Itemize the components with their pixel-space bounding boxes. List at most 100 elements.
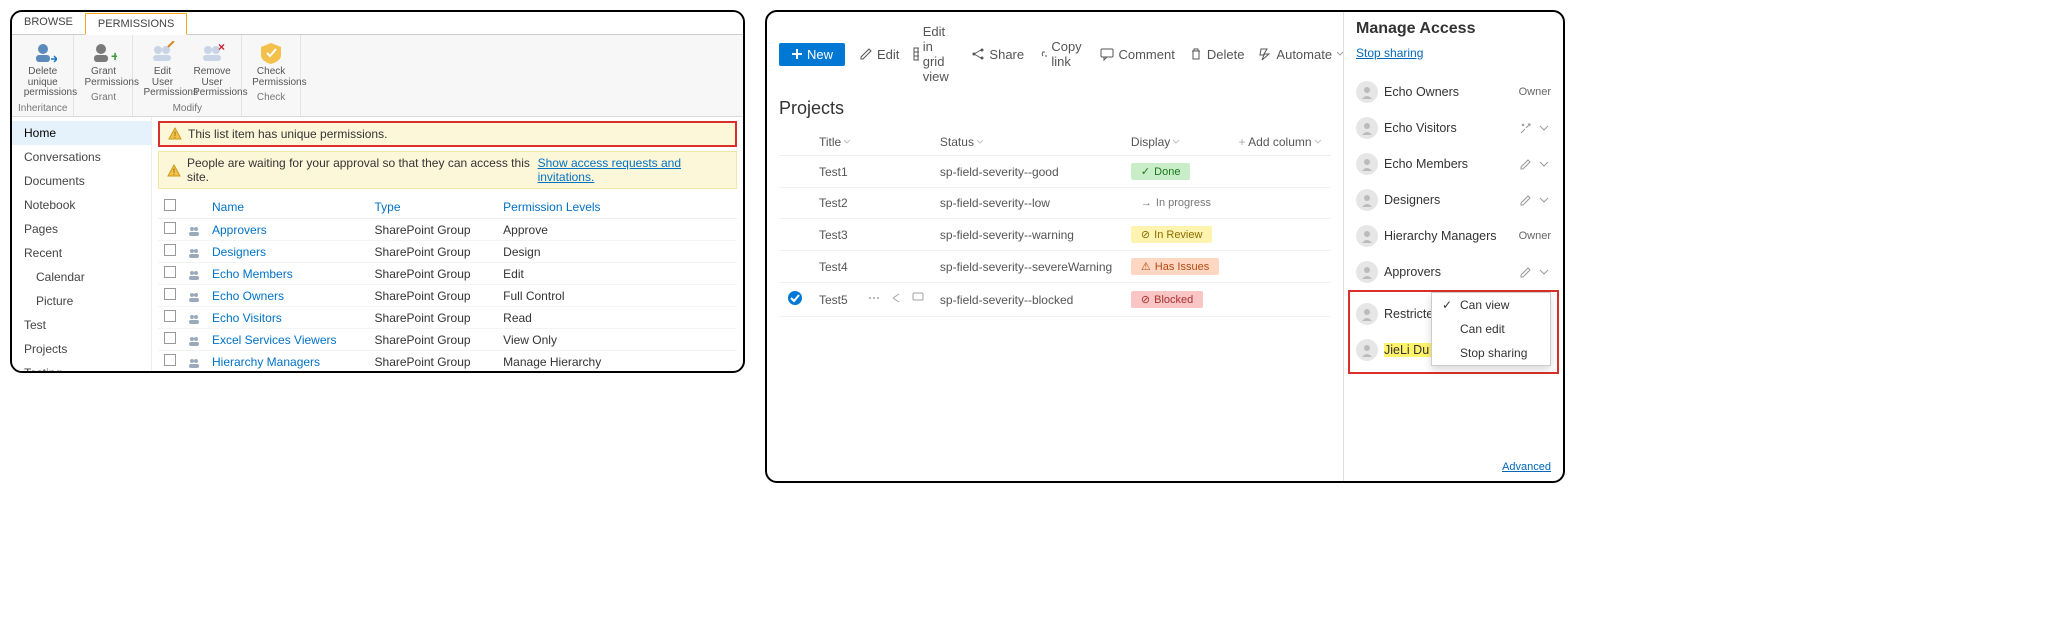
select-all-checkbox[interactable] <box>164 199 176 211</box>
quick-launch-item[interactable]: Notebook <box>12 193 151 217</box>
ribbon-label: Remove User Permissions <box>193 67 231 99</box>
menu-can-view[interactable]: ✓Can view <box>1432 293 1550 317</box>
chevron-down-icon[interactable] <box>1538 194 1551 207</box>
more-icon[interactable] <box>868 292 880 304</box>
quick-launch-nav[interactable]: HomeConversationsDocumentsNotebookPagesR… <box>12 117 152 374</box>
row-checkbox[interactable] <box>164 244 176 256</box>
quick-launch-item[interactable]: Picture <box>12 289 151 313</box>
comment-icon[interactable] <box>912 292 924 304</box>
access-row[interactable]: Approvers <box>1356 254 1551 290</box>
delete-unique-permissions-button[interactable]: Delete unique permissions <box>20 39 66 101</box>
col-type[interactable]: Type <box>369 195 498 219</box>
quick-launch-item[interactable]: Recent <box>12 241 151 265</box>
person-arrow-icon <box>29 41 57 65</box>
stop-sharing-link[interactable]: Stop sharing <box>1356 46 1551 60</box>
row-checkbox[interactable] <box>164 222 176 234</box>
show-access-requests-link[interactable]: Show access requests and invitations. <box>538 156 728 184</box>
edit-command[interactable]: Edit <box>859 47 899 62</box>
advanced-link[interactable]: Advanced <box>1356 461 1551 473</box>
quick-launch-item[interactable]: Testing <box>12 361 151 374</box>
ribbon-group-grant: + Grant Permissions Grant <box>74 35 133 116</box>
access-row[interactable]: Echo Visitors <box>1356 110 1551 146</box>
permission-row[interactable]: ApproversSharePoint GroupApprove <box>158 219 737 241</box>
direct-access-icon[interactable] <box>1519 122 1532 135</box>
list-item[interactable]: Test2sp-field-severity--low→In progress <box>779 188 1331 219</box>
row-checkbox[interactable] <box>164 266 176 278</box>
tab-permissions[interactable]: PERMISSIONS <box>85 13 187 35</box>
permission-row[interactable]: DesignersSharePoint GroupDesign <box>158 241 737 263</box>
list-item[interactable]: Test1sp-field-severity--good✓Done <box>779 156 1331 188</box>
manage-access-panel: Manage Access Stop sharing Echo OwnersOw… <box>1343 12 1563 481</box>
principal-type: SharePoint Group <box>369 307 498 329</box>
quick-launch-item[interactable]: Test <box>12 313 151 337</box>
permission-row[interactable]: Excel Services ViewersSharePoint GroupVi… <box>158 329 737 351</box>
pencil-icon[interactable] <box>1519 158 1532 171</box>
access-row[interactable]: Designers <box>1356 182 1551 218</box>
check-permissions-button[interactable]: Check Permissions <box>248 39 294 90</box>
role-label: Owner <box>1519 86 1551 98</box>
copy-link-command[interactable]: Copy link <box>1038 39 1086 69</box>
list-item[interactable]: Test3sp-field-severity--warning⊘In Revie… <box>779 219 1331 251</box>
menu-can-edit[interactable]: Can edit <box>1432 317 1550 341</box>
unique-permissions-message: ! This list item has unique permissions. <box>158 121 737 148</box>
tab-browse[interactable]: BROWSE <box>12 12 85 34</box>
col-display[interactable]: Display <box>1123 129 1231 156</box>
permission-row[interactable]: Hierarchy ManagersSharePoint GroupManage… <box>158 351 737 373</box>
row-checkbox[interactable] <box>164 288 176 300</box>
comment-command[interactable]: Comment <box>1100 47 1174 62</box>
permission-row[interactable]: Echo MembersSharePoint GroupEdit <box>158 263 737 285</box>
menu-stop-sharing[interactable]: Stop sharing <box>1432 341 1550 365</box>
quick-launch-item[interactable]: Calendar <box>12 265 151 289</box>
permission-row[interactable]: Echo OwnersSharePoint GroupFull Control <box>158 285 737 307</box>
share-icon[interactable] <box>890 292 902 304</box>
col-title[interactable]: Title <box>811 129 860 156</box>
col-add-column[interactable]: + Add column <box>1230 129 1331 156</box>
principal-link[interactable]: Designers <box>212 245 266 259</box>
grant-permissions-button[interactable]: + Grant Permissions <box>80 39 126 90</box>
permission-row[interactable]: Echo VisitorsSharePoint GroupRead <box>158 307 737 329</box>
row-checkbox[interactable] <box>164 310 176 322</box>
item-title: Test3 <box>811 219 860 251</box>
access-row[interactable]: Hierarchy ManagersOwner <box>1356 218 1551 254</box>
pencil-icon[interactable] <box>1519 266 1532 279</box>
label: New <box>807 47 833 62</box>
panel-title: Manage Access <box>1356 20 1551 38</box>
col-name[interactable]: Name <box>206 195 369 219</box>
ribbon-group-label: Modify <box>139 103 235 114</box>
principal-link[interactable]: Echo Owners <box>212 289 284 303</box>
chevron-down-icon[interactable] <box>1538 122 1551 135</box>
col-status[interactable]: Status <box>932 129 1123 156</box>
delete-command[interactable]: Delete <box>1189 47 1245 62</box>
quick-launch-item[interactable]: Home <box>12 121 151 145</box>
quick-launch-item[interactable]: Projects <box>12 337 151 361</box>
quick-launch-item[interactable]: Pages <box>12 217 151 241</box>
principal-link[interactable]: Hierarchy Managers <box>212 355 320 369</box>
label: Delete <box>1207 47 1245 62</box>
remove-user-permissions-button[interactable]: × Remove User Permissions <box>189 39 235 101</box>
chevron-down-icon[interactable] <box>1538 158 1551 171</box>
avatar <box>1356 225 1378 247</box>
row-checkbox[interactable] <box>164 354 176 366</box>
permission-level: Full Control <box>497 285 737 307</box>
principal-link[interactable]: Approvers <box>212 223 267 237</box>
permission-level-menu[interactable]: ✓Can view Can edit Stop sharing <box>1431 292 1551 366</box>
principal-link[interactable]: Echo Visitors <box>212 311 282 325</box>
edit-user-permissions-button[interactable]: Edit User Permissions <box>139 39 185 101</box>
col-permission-levels[interactable]: Permission Levels <box>497 195 737 219</box>
new-button[interactable]: New <box>779 43 845 66</box>
link-icon <box>1038 47 1047 61</box>
access-row[interactable]: Echo Members <box>1356 146 1551 182</box>
edit-grid-command[interactable]: Edit in grid view <box>913 24 957 84</box>
share-command[interactable]: Share <box>971 47 1024 62</box>
access-row[interactable]: Echo OwnersOwner <box>1356 74 1551 110</box>
quick-launch-item[interactable]: Documents <box>12 169 151 193</box>
list-item[interactable]: Test4sp-field-severity--severeWarning⚠Ha… <box>779 251 1331 283</box>
principal-link[interactable]: Echo Members <box>212 267 293 281</box>
chevron-down-icon[interactable] <box>1538 266 1551 279</box>
automate-command[interactable]: Automate <box>1258 47 1343 62</box>
principal-link[interactable]: Excel Services Viewers <box>212 333 337 347</box>
list-item[interactable]: Test5sp-field-severity--blocked⊘Blocked <box>779 283 1331 317</box>
quick-launch-item[interactable]: Conversations <box>12 145 151 169</box>
row-checkbox[interactable] <box>164 332 176 344</box>
pencil-icon[interactable] <box>1519 194 1532 207</box>
